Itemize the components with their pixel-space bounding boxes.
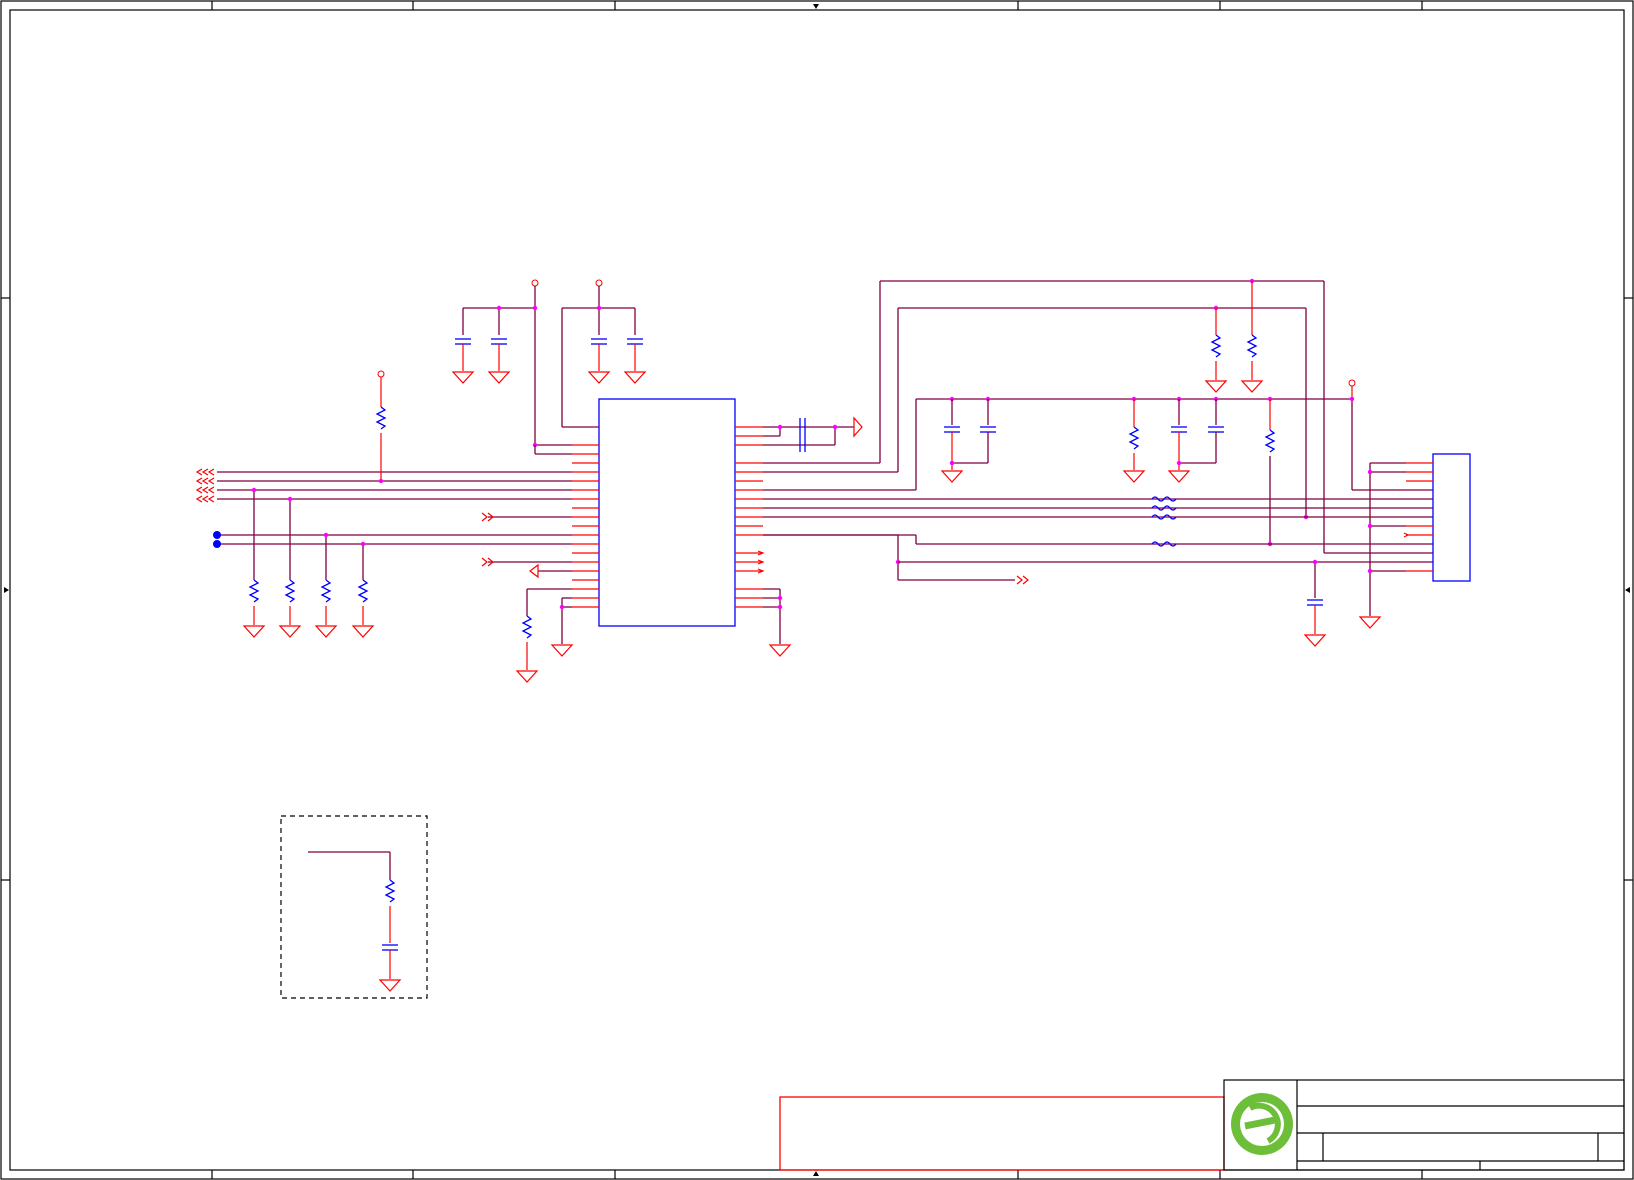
center-marks: [4, 4, 1630, 1176]
ground-symbol: [769, 644, 791, 657]
power-decoupling-mid: [561, 279, 646, 428]
ground-symbol: [588, 371, 610, 384]
ground-symbol: [315, 625, 337, 638]
ground-symbol: [1241, 380, 1263, 393]
capacitor: [799, 436, 806, 452]
capacitor: [491, 338, 507, 345]
ground-symbol: [279, 625, 301, 638]
crystal-caps: [763, 416, 863, 452]
right-decoupling: [941, 396, 1276, 547]
top-right-resistors: [1205, 278, 1263, 393]
resistor: [284, 579, 296, 603]
power-port: [595, 279, 603, 287]
left-bus-lines: [195, 468, 572, 579]
ground-symbol: [516, 670, 538, 683]
resistor: [521, 615, 533, 639]
top-routing-nets: [763, 280, 1433, 554]
capacitor: [455, 338, 471, 345]
ground-symbol: [488, 371, 510, 384]
ic-u1-right-pins: [735, 426, 763, 608]
ground-symbol: [1205, 380, 1227, 393]
ground-symbol: [452, 371, 474, 384]
port-arrow: [853, 416, 863, 438]
zone-ticks: [1, 1, 1633, 1179]
title-block: [779, 1079, 1625, 1171]
test-point: [213, 531, 221, 539]
resistor: [1128, 426, 1140, 450]
power-port: [1348, 379, 1356, 387]
pulldown-resistor-array: [243, 487, 374, 638]
resistor: [1264, 429, 1276, 453]
schematic-sheet: [0, 0, 1634, 1180]
connector-j1[interactable]: [1359, 453, 1471, 629]
ground-symbol: [1123, 470, 1145, 483]
ground-symbol: [1168, 470, 1190, 483]
capacitor: [1307, 599, 1323, 606]
ground-symbol: [941, 470, 963, 483]
pullup-resistor: [375, 370, 387, 484]
ground-symbol: [243, 625, 265, 638]
capacitor: [627, 338, 643, 345]
ic-u1[interactable]: [572, 398, 765, 627]
power-decoupling-left: [452, 279, 572, 455]
capacitor: [591, 338, 607, 345]
ic-u1-left-pins: [572, 444, 599, 608]
data-lines: [763, 496, 1433, 647]
ground-symbol: [352, 625, 374, 638]
resistor: [248, 579, 260, 603]
ground-symbol: [1359, 616, 1381, 629]
resistor: [384, 879, 396, 903]
revision-box: [779, 1096, 1225, 1171]
ground-symbol: [1304, 634, 1326, 647]
resistor: [1210, 334, 1222, 358]
ground-symbol: [624, 371, 646, 384]
capacitor: [944, 426, 960, 433]
resistor: [320, 579, 332, 603]
ground-symbol: [379, 979, 401, 992]
capacitor: [382, 944, 398, 951]
capacitor: [1208, 426, 1224, 433]
bottom-left-ic-connections: [516, 588, 573, 683]
resistor: [1246, 334, 1258, 358]
capacitor: [980, 426, 996, 433]
capacitor: [1171, 426, 1187, 433]
offpage-connector-icon: [1016, 575, 1029, 585]
port-arrow: [529, 563, 539, 579]
rc-snubber-option: [280, 815, 428, 999]
company-logo-icon: [1231, 1093, 1293, 1155]
test-point: [213, 540, 221, 548]
sheet-border: [0, 0, 1634, 1180]
offpage-connector-icon: [195, 468, 215, 503]
right-ic-ground: [763, 588, 791, 657]
power-port: [531, 279, 539, 287]
ground-symbol: [551, 644, 573, 657]
resistor: [357, 579, 369, 603]
